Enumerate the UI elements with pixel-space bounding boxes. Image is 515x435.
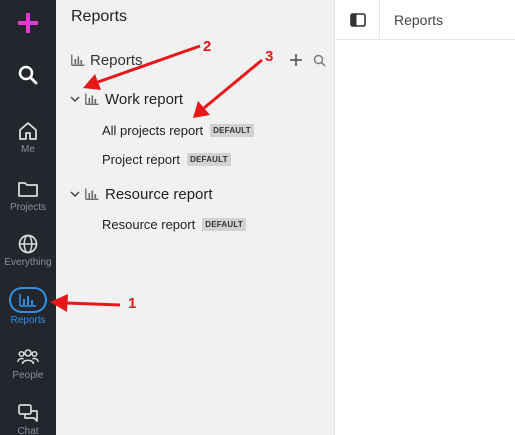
rail-item-reports[interactable]: Reports xyxy=(0,287,56,326)
home-icon xyxy=(19,122,37,140)
group-resource-report[interactable]: Resource report xyxy=(69,184,319,204)
rail-item-projects[interactable]: Projects xyxy=(0,178,56,213)
rail-item-everything[interactable]: Everything xyxy=(0,233,56,268)
search-icon[interactable] xyxy=(313,54,326,67)
rail-item-me[interactable]: Me xyxy=(0,120,56,155)
main-content: Reports xyxy=(336,0,515,435)
rail-item-chat[interactable]: Chat xyxy=(0,402,56,435)
globe-icon xyxy=(18,234,38,254)
section-label: Reports xyxy=(90,51,143,69)
default-badge: DEFAULT xyxy=(187,152,231,166)
create-button[interactable] xyxy=(0,8,56,38)
report-item-label: Resource report xyxy=(102,216,196,232)
search-button[interactable] xyxy=(0,62,56,88)
group-label: Resource report xyxy=(105,185,213,203)
report-item-label: All projects report xyxy=(102,122,204,138)
report-item-project[interactable]: Project report DEFAULT xyxy=(102,150,231,168)
sidebar-panel-icon xyxy=(349,12,366,27)
annotation-number-2: 2 xyxy=(203,38,212,55)
panel-title: Reports xyxy=(71,8,128,25)
reports-section-header: Reports xyxy=(71,50,326,70)
rail-item-label: People xyxy=(12,370,44,381)
report-item-all-projects[interactable]: All projects report DEFAULT xyxy=(102,121,254,139)
rail-item-label: Projects xyxy=(9,202,47,213)
bar-chart-icon xyxy=(85,188,99,200)
people-icon xyxy=(17,349,39,365)
default-badge: DEFAULT xyxy=(202,217,246,231)
sidebar-toggle-button[interactable] xyxy=(336,0,380,40)
chat-icon xyxy=(18,404,38,422)
reports-panel: Reports Reports Work report All projects… xyxy=(56,0,335,435)
plus-icon xyxy=(18,13,38,33)
group-label: Work report xyxy=(105,90,184,108)
bar-chart-icon xyxy=(19,294,36,307)
search-icon xyxy=(18,65,38,85)
page-title: Reports xyxy=(394,11,444,28)
default-badge: DEFAULT xyxy=(210,123,254,137)
bar-chart-icon xyxy=(85,93,99,105)
bar-chart-icon xyxy=(71,54,85,66)
report-item-resource[interactable]: Resource report DEFAULT xyxy=(102,215,246,233)
report-item-label: Project report xyxy=(102,151,181,167)
annotation-number-3: 3 xyxy=(265,48,274,65)
chevron-down-icon[interactable] xyxy=(69,188,81,200)
chevron-down-icon[interactable] xyxy=(69,93,81,105)
rail-item-label: Me xyxy=(21,144,35,155)
group-work-report[interactable]: Work report xyxy=(69,89,319,109)
left-rail: Me Projects Everything Reports People Ch… xyxy=(0,0,56,435)
active-indicator xyxy=(9,287,47,313)
rail-item-people[interactable]: People xyxy=(0,346,56,381)
annotation-number-1: 1 xyxy=(128,295,137,312)
top-bar: Reports xyxy=(336,0,515,40)
folder-icon xyxy=(18,182,38,197)
rail-item-label: Everything xyxy=(4,257,52,268)
add-report-icon[interactable] xyxy=(289,53,303,67)
rail-item-label: Reports xyxy=(10,315,46,326)
rail-item-label: Chat xyxy=(17,426,39,435)
